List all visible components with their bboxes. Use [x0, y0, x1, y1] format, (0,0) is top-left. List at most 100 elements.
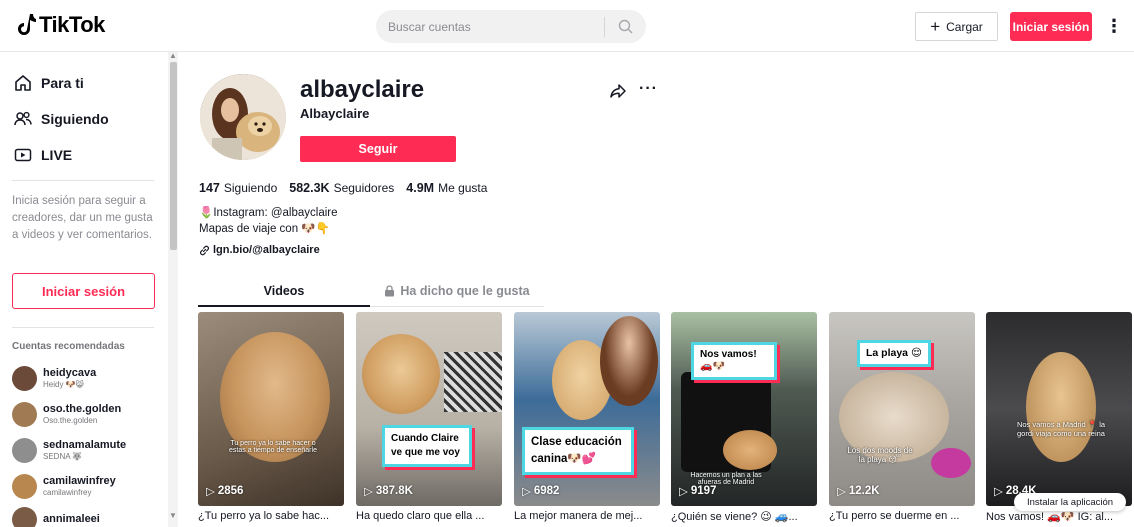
link-icon — [200, 245, 209, 255]
avatar — [12, 401, 37, 427]
video-overlay-text: Nos vamos a Madrid 📍 la gordi viaja como… — [1016, 420, 1106, 438]
sidebar-item-para-ti[interactable]: Para ti — [14, 74, 84, 92]
sidebar-divider — [12, 180, 154, 181]
crate — [444, 352, 502, 412]
play-icon: ▷ — [522, 486, 531, 498]
sidebar-item-label: Para ti — [41, 75, 84, 91]
video-views-count: 2856 — [217, 485, 244, 497]
video-card[interactable]: Nos vamos! 🚗🐶 Hacemos un plan a las afue… — [671, 312, 817, 506]
search-bar[interactable] — [376, 10, 646, 43]
video-overlay-text: Tu perro ya lo sabe hacer o estas a tiem… — [229, 440, 317, 454]
video-description[interactable]: ¿Tu perro se duerme en ... — [829, 510, 975, 522]
tab-videos[interactable]: Videos — [198, 278, 370, 304]
following-label: Siguiendo — [223, 181, 278, 195]
scroll-down-icon[interactable]: ▼ — [169, 511, 177, 520]
more-options-icon[interactable]: ⋮ — [1105, 14, 1123, 38]
avatar — [12, 365, 37, 391]
video-caption: Clase educación canina🐶💕 — [522, 427, 634, 475]
profile-photo — [200, 74, 286, 160]
video-description[interactable]: La mejor manera de mej... — [514, 510, 660, 522]
video-card[interactable]: Nos vamos a Madrid 📍 la gordi viaja como… — [986, 312, 1132, 506]
avatar — [12, 437, 37, 463]
recommended-account[interactable]: oso.the.golden Oso.the.golden — [12, 399, 162, 429]
likes-count: 4.9M — [406, 181, 435, 195]
video-views: ▷ 12.2K — [837, 484, 880, 498]
share-icon[interactable] — [609, 82, 627, 100]
logo-text: TikTok — [39, 12, 105, 37]
video-views-count: 12.2K — [848, 485, 880, 497]
tiktok-logo[interactable]: TikTok — [18, 12, 105, 38]
sidebar-item-live[interactable]: LIVE — [14, 146, 72, 164]
account-nickname: Heidy 🐶😸 — [43, 380, 84, 389]
avatar — [12, 473, 37, 499]
tab-liked[interactable]: Ha dicho que le gusta — [370, 278, 544, 304]
follow-button[interactable]: Seguir — [300, 136, 456, 162]
followers-label: Seguidores — [333, 181, 395, 195]
tab-liked-label: Ha dicho que le gusta — [400, 284, 530, 298]
search-button[interactable] — [605, 10, 645, 43]
followers-count: 582.3K — [289, 181, 330, 195]
video-thumbnail — [362, 334, 440, 414]
more-actions-icon[interactable]: ··· — [639, 80, 658, 98]
recommended-account[interactable]: annimaleei — [12, 504, 162, 527]
video-views-count: 6982 — [533, 485, 560, 497]
account-name: oso.the.golden — [43, 403, 122, 415]
install-app-button[interactable]: Instalar la aplicación — [1014, 493, 1126, 511]
sidebar-scroll-thumb[interactable] — [170, 62, 177, 250]
video-views: ▷ 6982 — [522, 484, 559, 498]
recommended-account[interactable]: heidycava Heidy 🐶😸 — [12, 363, 162, 393]
profile-bio: 🌷Instagram: @albayclaire Mapas de viaje … — [199, 206, 338, 237]
active-tab-indicator — [198, 305, 370, 307]
account-name: sednamalamute — [43, 439, 127, 451]
video-description[interactable]: Ha quedo claro que ella ... — [356, 510, 502, 522]
upload-button[interactable]: + Cargar — [915, 12, 998, 41]
bio-link[interactable]: lgn.bio/@albayclaire — [199, 244, 320, 256]
video-description[interactable]: Nos vamos! 🚗🐶 IG: al... — [986, 510, 1126, 523]
profile-username: albayclaire — [300, 76, 425, 103]
play-icon: ▷ — [837, 486, 846, 498]
bio-line: 🌷Instagram: @albayclaire — [199, 207, 338, 219]
video-card[interactable]: La playa 😌 Los dos moods de la playa 😴 ▷… — [829, 312, 975, 506]
sidebar-login-button[interactable]: Iniciar sesión — [12, 273, 155, 309]
scroll-up-icon[interactable]: ▲ — [169, 52, 177, 60]
video-thumbnail — [1026, 352, 1096, 462]
tiktok-note-icon — [18, 14, 36, 35]
top-bar: TikTok + Cargar Iniciar sesión ⋮ — [0, 0, 1134, 52]
following-icon — [14, 111, 32, 126]
video-card[interactable]: Clase educación canina🐶💕 ▷ 6982 — [514, 312, 660, 506]
play-icon: ▷ — [994, 486, 1003, 498]
recommended-accounts-title: Cuentas recomendadas — [12, 341, 125, 352]
video-overlay-text: Los dos moods de la playa 😴 — [847, 446, 913, 464]
recommended-account[interactable]: camilawinfrey camilawinfrey — [12, 471, 162, 501]
lock-icon — [385, 285, 395, 297]
search-input[interactable] — [376, 10, 604, 43]
account-name: camilawinfrey — [43, 475, 116, 487]
video-description[interactable]: ¿Tu perro ya lo sabe hac... — [198, 510, 344, 522]
live-icon — [14, 148, 32, 162]
bio-link-text: lgn.bio/@albayclaire — [213, 244, 320, 256]
video-caption: Cuando Claire ve que me voy — [382, 425, 472, 467]
video-views-count: 387.8K — [375, 485, 413, 497]
home-icon — [15, 75, 31, 91]
play-icon: ▷ — [364, 486, 373, 498]
profile-tabs: Videos Ha dicho que le gusta — [198, 278, 544, 307]
sidebar-item-siguiendo[interactable]: Siguiendo — [14, 110, 109, 128]
sidebar-item-label: LIVE — [41, 147, 73, 163]
video-description[interactable]: ¿Quién se viene? 😉 🚙... — [671, 510, 817, 523]
login-button[interactable]: Iniciar sesión — [1010, 12, 1092, 41]
video-views: ▷ 387.8K — [364, 484, 413, 498]
profile-stats: 147 Siguiendo 582.3K Seguidores 4.9M Me … — [199, 181, 495, 195]
sidebar-divider — [12, 327, 154, 328]
profile-avatar — [200, 74, 286, 160]
recommended-account[interactable]: sednamalamute SEDNA 🐺 — [12, 435, 162, 465]
video-views-count: 9197 — [690, 485, 717, 497]
avatar — [12, 506, 37, 527]
sidebar: Para ti Siguiendo LIVE Inicia sesión par… — [0, 52, 180, 527]
video-thumbnail — [723, 430, 777, 470]
login-prompt-text: Inicia sesión para seguir a creadores, d… — [12, 195, 153, 241]
video-card[interactable]: Tu perro ya lo sabe hacer o estas a tiem… — [198, 312, 344, 506]
video-card[interactable]: Cuando Claire ve que me voy ▷ 387.8K — [356, 312, 502, 506]
bio-line: Mapas de viaje con 🐶👇 — [199, 222, 330, 235]
video-views: ▷ 9197 — [679, 484, 716, 498]
upload-label: Cargar — [946, 19, 983, 34]
